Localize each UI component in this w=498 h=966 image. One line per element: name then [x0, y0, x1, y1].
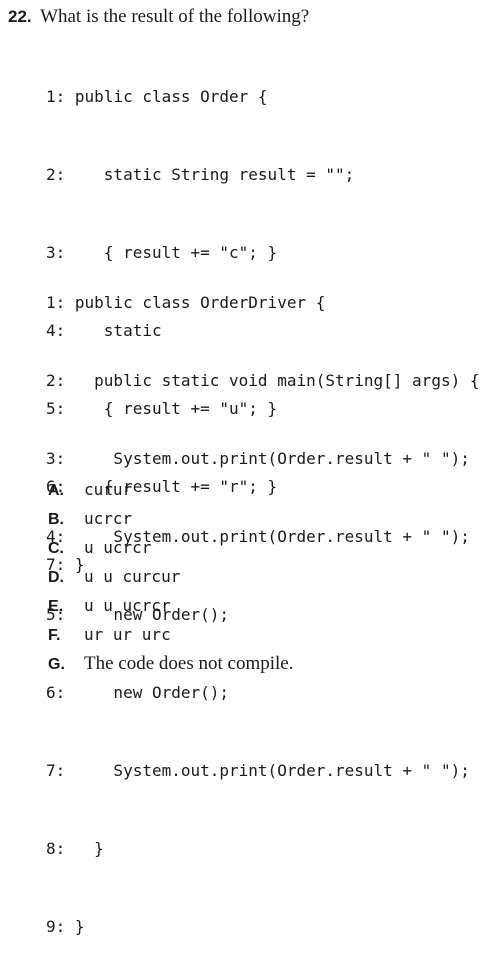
answer-option-g[interactable]: G. The code does not compile. — [48, 649, 293, 678]
code-text: System.out.print(Order.result + " "); — [65, 761, 470, 780]
code-line: 1: public class Order { — [46, 84, 354, 110]
code-text: public class Order { — [65, 87, 268, 106]
question-number: 22. — [8, 7, 32, 26]
answer-option-d[interactable]: D. u u curcur — [48, 562, 293, 591]
code-text: System.out.print(Order.result + " "); — [65, 449, 470, 468]
code-line: 1: public class OrderDriver { — [46, 290, 479, 316]
answer-letter: B. — [48, 511, 64, 528]
question-heading: 22. What is the result of the following? — [8, 5, 309, 29]
answer-text: ucrcr — [84, 509, 133, 528]
line-number: 7: — [46, 761, 66, 780]
answer-option-a[interactable]: A. curur — [48, 475, 293, 504]
line-number: 8: — [46, 839, 66, 858]
answer-option-f[interactable]: F. ur ur urc — [48, 620, 293, 649]
code-line: 2: public static void main(String[] args… — [46, 368, 479, 394]
answer-text: u ucrcr — [84, 538, 152, 557]
answer-choices: A. curur B. ucrcr C. u ucrcr D. u u curcur E… — [48, 475, 293, 678]
code-text: } — [65, 839, 104, 858]
answer-letter: D. — [48, 569, 64, 586]
line-number: 1: — [46, 293, 66, 312]
answer-letter: A. — [48, 482, 64, 499]
answer-option-e[interactable]: E. u u ucrcr — [48, 591, 293, 620]
code-text: new Order(); — [65, 683, 230, 702]
answer-letter: F. — [48, 627, 61, 644]
code-line: 8: } — [46, 836, 479, 862]
line-number: 2: — [46, 165, 66, 184]
code-line: 3: System.out.print(Order.result + " "); — [46, 446, 479, 472]
answer-option-c[interactable]: C. u ucrcr — [48, 533, 293, 562]
code-line: 7: System.out.print(Order.result + " "); — [46, 758, 479, 784]
line-number: 1: — [46, 87, 66, 106]
code-line: 2: static String result = ""; — [46, 162, 354, 188]
answer-text: u u curcur — [84, 567, 181, 586]
code-line: 6: new Order(); — [46, 680, 479, 706]
answer-letter: G. — [48, 656, 65, 673]
code-line: 9: } — [46, 914, 479, 940]
code-text: static String result = ""; — [65, 165, 355, 184]
line-number: 9: — [46, 917, 66, 936]
question-text: What is the result of the following? — [40, 6, 310, 27]
answer-text: u u ucrcr — [84, 596, 171, 615]
answer-letter: C. — [48, 540, 64, 557]
line-number: 2: — [46, 371, 66, 390]
line-number: 6: — [46, 683, 66, 702]
code-text: } — [65, 917, 85, 936]
answer-option-b[interactable]: B. ucrcr — [48, 504, 293, 533]
code-text: public static void main(String[] args) { — [65, 371, 480, 390]
code-text: public class OrderDriver { — [65, 293, 326, 312]
answer-text: The code does not compile. — [84, 653, 294, 674]
answer-text: curur — [84, 480, 133, 499]
line-number: 3: — [46, 449, 66, 468]
answer-text: ur ur urc — [84, 625, 171, 644]
answer-letter: E. — [48, 598, 64, 615]
